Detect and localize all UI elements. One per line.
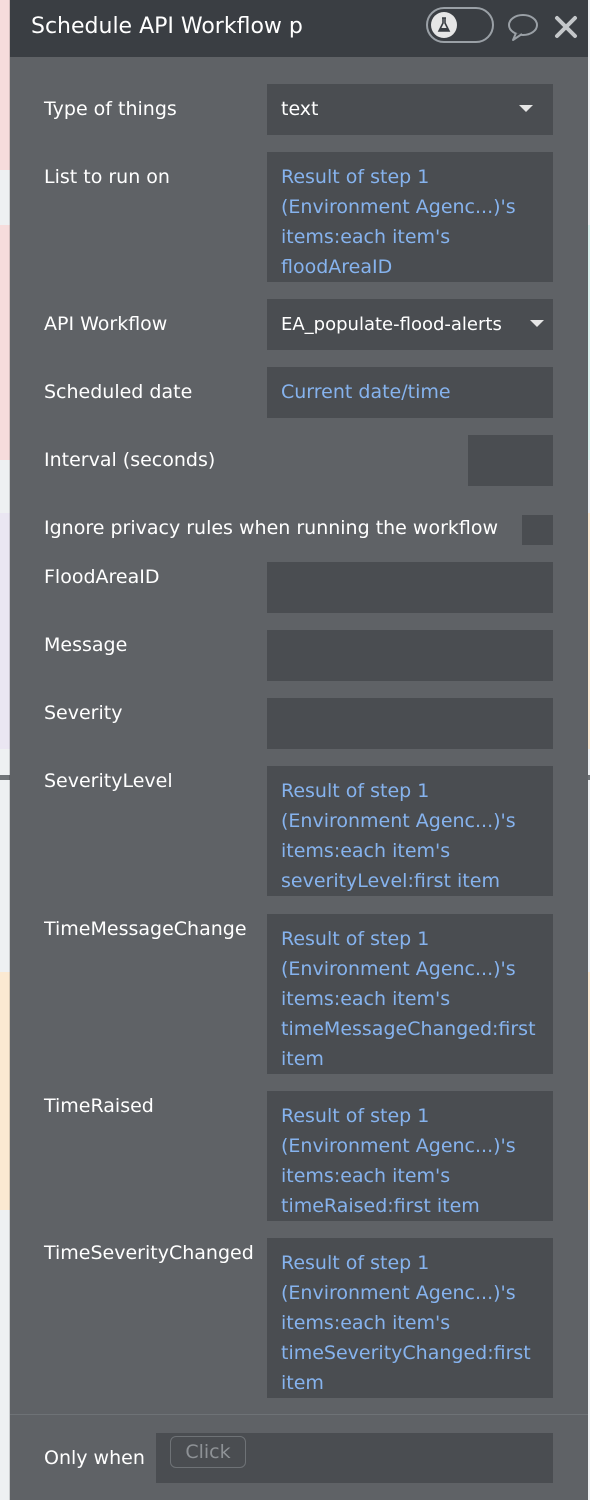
chevron-down-icon: [530, 320, 544, 327]
severity-level-expression[interactable]: Result of step 1 (Environment Agenc...)'…: [267, 766, 553, 896]
only-when-label: Only when: [44, 1447, 145, 1469]
panel-titlebar: Schedule API Workflow p: [10, 0, 588, 57]
interval-input[interactable]: [468, 435, 553, 486]
close-icon[interactable]: [554, 15, 578, 39]
api-workflow-label: API Workflow: [44, 313, 168, 335]
flask-icon: [437, 17, 451, 32]
list-to-run-on-label: List to run on: [44, 166, 170, 188]
api-workflow-dropdown[interactable]: EA_populate-flood-alerts: [267, 299, 553, 350]
type-of-things-label: Type of things: [44, 98, 177, 120]
time-message-changed-label: TimeMessageChange: [44, 918, 247, 940]
message-input[interactable]: [267, 630, 553, 681]
flood-area-id-label: FloodAreaID: [44, 566, 160, 588]
type-of-things-dropdown[interactable]: text: [267, 84, 553, 135]
canvas-divider: [0, 775, 10, 780]
time-severity-changed-expression[interactable]: Result of step 1 (Environment Agenc...)'…: [267, 1238, 553, 1398]
time-raised-expression[interactable]: Result of step 1 (Environment Agenc...)'…: [267, 1091, 553, 1221]
interval-label: Interval (seconds): [44, 449, 216, 471]
only-when-click-placeholder[interactable]: Click: [170, 1436, 246, 1468]
severity-input[interactable]: [267, 698, 553, 749]
time-raised-label: TimeRaised: [44, 1095, 154, 1117]
canvas-block-peach-2: [0, 972, 10, 1210]
severity-label: Severity: [44, 702, 123, 724]
chevron-down-icon: [519, 105, 533, 112]
type-of-things-value: text: [281, 98, 319, 120]
footer-divider: [10, 1414, 588, 1415]
ignore-privacy-checkbox[interactable]: [522, 515, 553, 545]
scheduled-date-label: Scheduled date: [44, 381, 193, 403]
time-severity-changed-label: TimeSeverityChanged: [44, 1242, 254, 1264]
panel-title[interactable]: Schedule API Workflow p: [31, 12, 303, 42]
scheduled-date-expression[interactable]: Current date/time: [267, 367, 553, 418]
severity-level-label: SeverityLevel: [44, 770, 173, 792]
debug-toggle[interactable]: [426, 7, 494, 43]
message-label: Message: [44, 634, 128, 656]
canvas-block-lavender: [0, 513, 10, 749]
schedule-api-workflow-panel: Schedule API Workflow p Type of things t…: [10, 0, 588, 1500]
ignore-privacy-label: Ignore privacy rules when running the wo…: [44, 517, 499, 539]
comment-icon[interactable]: [507, 12, 539, 42]
time-message-changed-expression[interactable]: Result of step 1 (Environment Agenc...)'…: [267, 914, 553, 1074]
api-workflow-value: EA_populate-flood-alerts: [281, 314, 502, 335]
canvas-block-pink-2: [0, 225, 10, 460]
list-to-run-on-expression[interactable]: Result of step 1 (Environment Agenc...)'…: [267, 152, 553, 282]
toggle-knob: [431, 12, 457, 38]
flood-area-id-input[interactable]: [267, 562, 553, 613]
canvas-block-pink: [0, 0, 10, 170]
